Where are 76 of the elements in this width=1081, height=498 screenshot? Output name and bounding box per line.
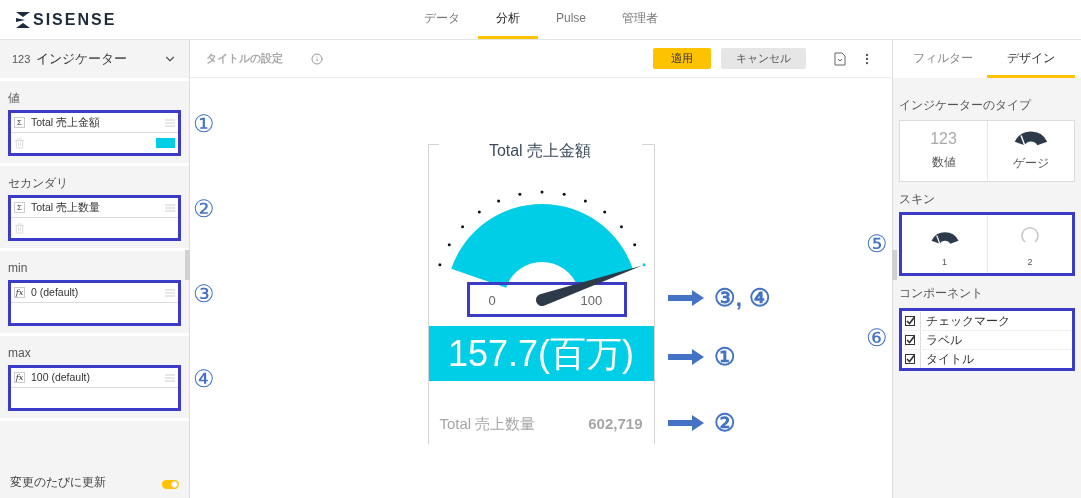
callout-number: ③, ④ xyxy=(713,286,771,310)
section-title: コンポーネント xyxy=(899,285,984,302)
callout-number: ② xyxy=(193,197,215,221)
section-title: セカンダリ xyxy=(8,176,69,190)
collapse-handle[interactable] xyxy=(185,250,190,280)
field-label: 100 (default) xyxy=(31,369,91,385)
field-icon: fx xyxy=(14,372,25,383)
collapse-handle[interactable] xyxy=(892,250,897,280)
component-option[interactable]: タイトル xyxy=(902,349,1072,368)
checkbox[interactable] xyxy=(905,335,915,345)
callout-number: ① xyxy=(713,345,736,369)
section-title: スキン xyxy=(899,191,936,208)
indicator-type-option[interactable]: 123 数値 xyxy=(900,121,987,181)
secondary-value: 602,719 xyxy=(588,414,643,434)
min-label: 0 xyxy=(488,292,496,310)
logo-icon xyxy=(16,11,30,28)
field-label: Total 売上数量 xyxy=(31,199,102,215)
field-card[interactable]: Σ Total 売上数量 xyxy=(8,195,181,241)
drag-handle-icon[interactable] xyxy=(165,288,175,297)
delete-icon[interactable] xyxy=(14,137,25,149)
indicator-title: Total 売上金額 xyxy=(487,141,593,161)
indicator-value: 157.7(百万) xyxy=(428,326,654,381)
nav-tab[interactable]: データ xyxy=(406,0,478,39)
number-icon: 123 xyxy=(930,131,957,147)
widget-type-selector[interactable]: 123 インジケーター xyxy=(0,40,189,78)
callout-number: ④ xyxy=(193,367,215,391)
field-card[interactable]: fx 0 (default) xyxy=(8,280,181,326)
apply-button[interactable]: 適用 xyxy=(653,48,711,69)
number-icon: 123 xyxy=(12,50,31,68)
component-option[interactable]: チェックマーク xyxy=(902,311,1072,330)
panel-tab[interactable]: デザイン xyxy=(987,40,1075,78)
arrow-icon xyxy=(667,349,704,365)
callout-number: ③ xyxy=(193,282,215,306)
callout-number: ⑥ xyxy=(866,326,888,350)
component-option[interactable]: ラベル xyxy=(902,330,1072,349)
arrow-icon xyxy=(667,415,704,431)
delete-icon[interactable] xyxy=(14,222,25,234)
gauge-icon xyxy=(1013,130,1049,148)
callout-number: ⑤ xyxy=(866,232,888,256)
drag-handle-icon[interactable] xyxy=(165,203,175,212)
max-label: 100 xyxy=(580,292,603,310)
checkbox[interactable] xyxy=(905,354,915,364)
field-label: 0 (default) xyxy=(31,284,80,300)
field-label: Total 売上金額 xyxy=(31,114,102,130)
field-icon: Σ xyxy=(14,117,25,128)
callout-number: ① xyxy=(193,112,215,136)
nav-tab[interactable]: 分析 xyxy=(478,0,538,39)
arrow-icon xyxy=(667,290,704,306)
field-icon: fx xyxy=(14,287,25,298)
section-title: max xyxy=(8,346,32,360)
nav-tab[interactable]: Pulse xyxy=(538,0,605,39)
file-icon[interactable] xyxy=(834,51,846,66)
indicator-type-option[interactable]: ゲージ xyxy=(987,121,1074,181)
field-card[interactable]: fx 100 (default) xyxy=(8,365,181,411)
field-card[interactable]: Σ Total 売上金額 xyxy=(8,110,181,156)
callout-number: ② xyxy=(713,411,736,435)
logo: SISENSE xyxy=(33,9,117,30)
drag-handle-icon[interactable] xyxy=(165,118,175,127)
field-icon: Σ xyxy=(14,202,25,213)
auto-update-toggle[interactable] xyxy=(162,480,179,489)
nav-tab[interactable]: 管理者 xyxy=(604,0,677,39)
drag-handle-icon[interactable] xyxy=(165,373,175,382)
color-swatch[interactable] xyxy=(156,138,175,148)
auto-update-label: 変更のたびに更新 xyxy=(10,474,106,491)
gauge-icon xyxy=(929,230,960,246)
cancel-button[interactable]: キャンセル xyxy=(721,48,806,69)
section-title: 値 xyxy=(8,91,21,105)
info-icon[interactable] xyxy=(311,52,323,65)
secondary-label: Total 売上数量 xyxy=(439,414,536,434)
widget-type-label: インジケーター xyxy=(36,50,129,69)
checkbox[interactable] xyxy=(905,315,915,326)
skin-option[interactable]: 1 xyxy=(902,215,987,273)
skin-option[interactable]: 2 xyxy=(987,215,1072,273)
section-title: min xyxy=(8,261,29,275)
section-title: インジケーターのタイプ xyxy=(899,97,1033,114)
panel-tab[interactable]: フィルター xyxy=(899,40,987,78)
